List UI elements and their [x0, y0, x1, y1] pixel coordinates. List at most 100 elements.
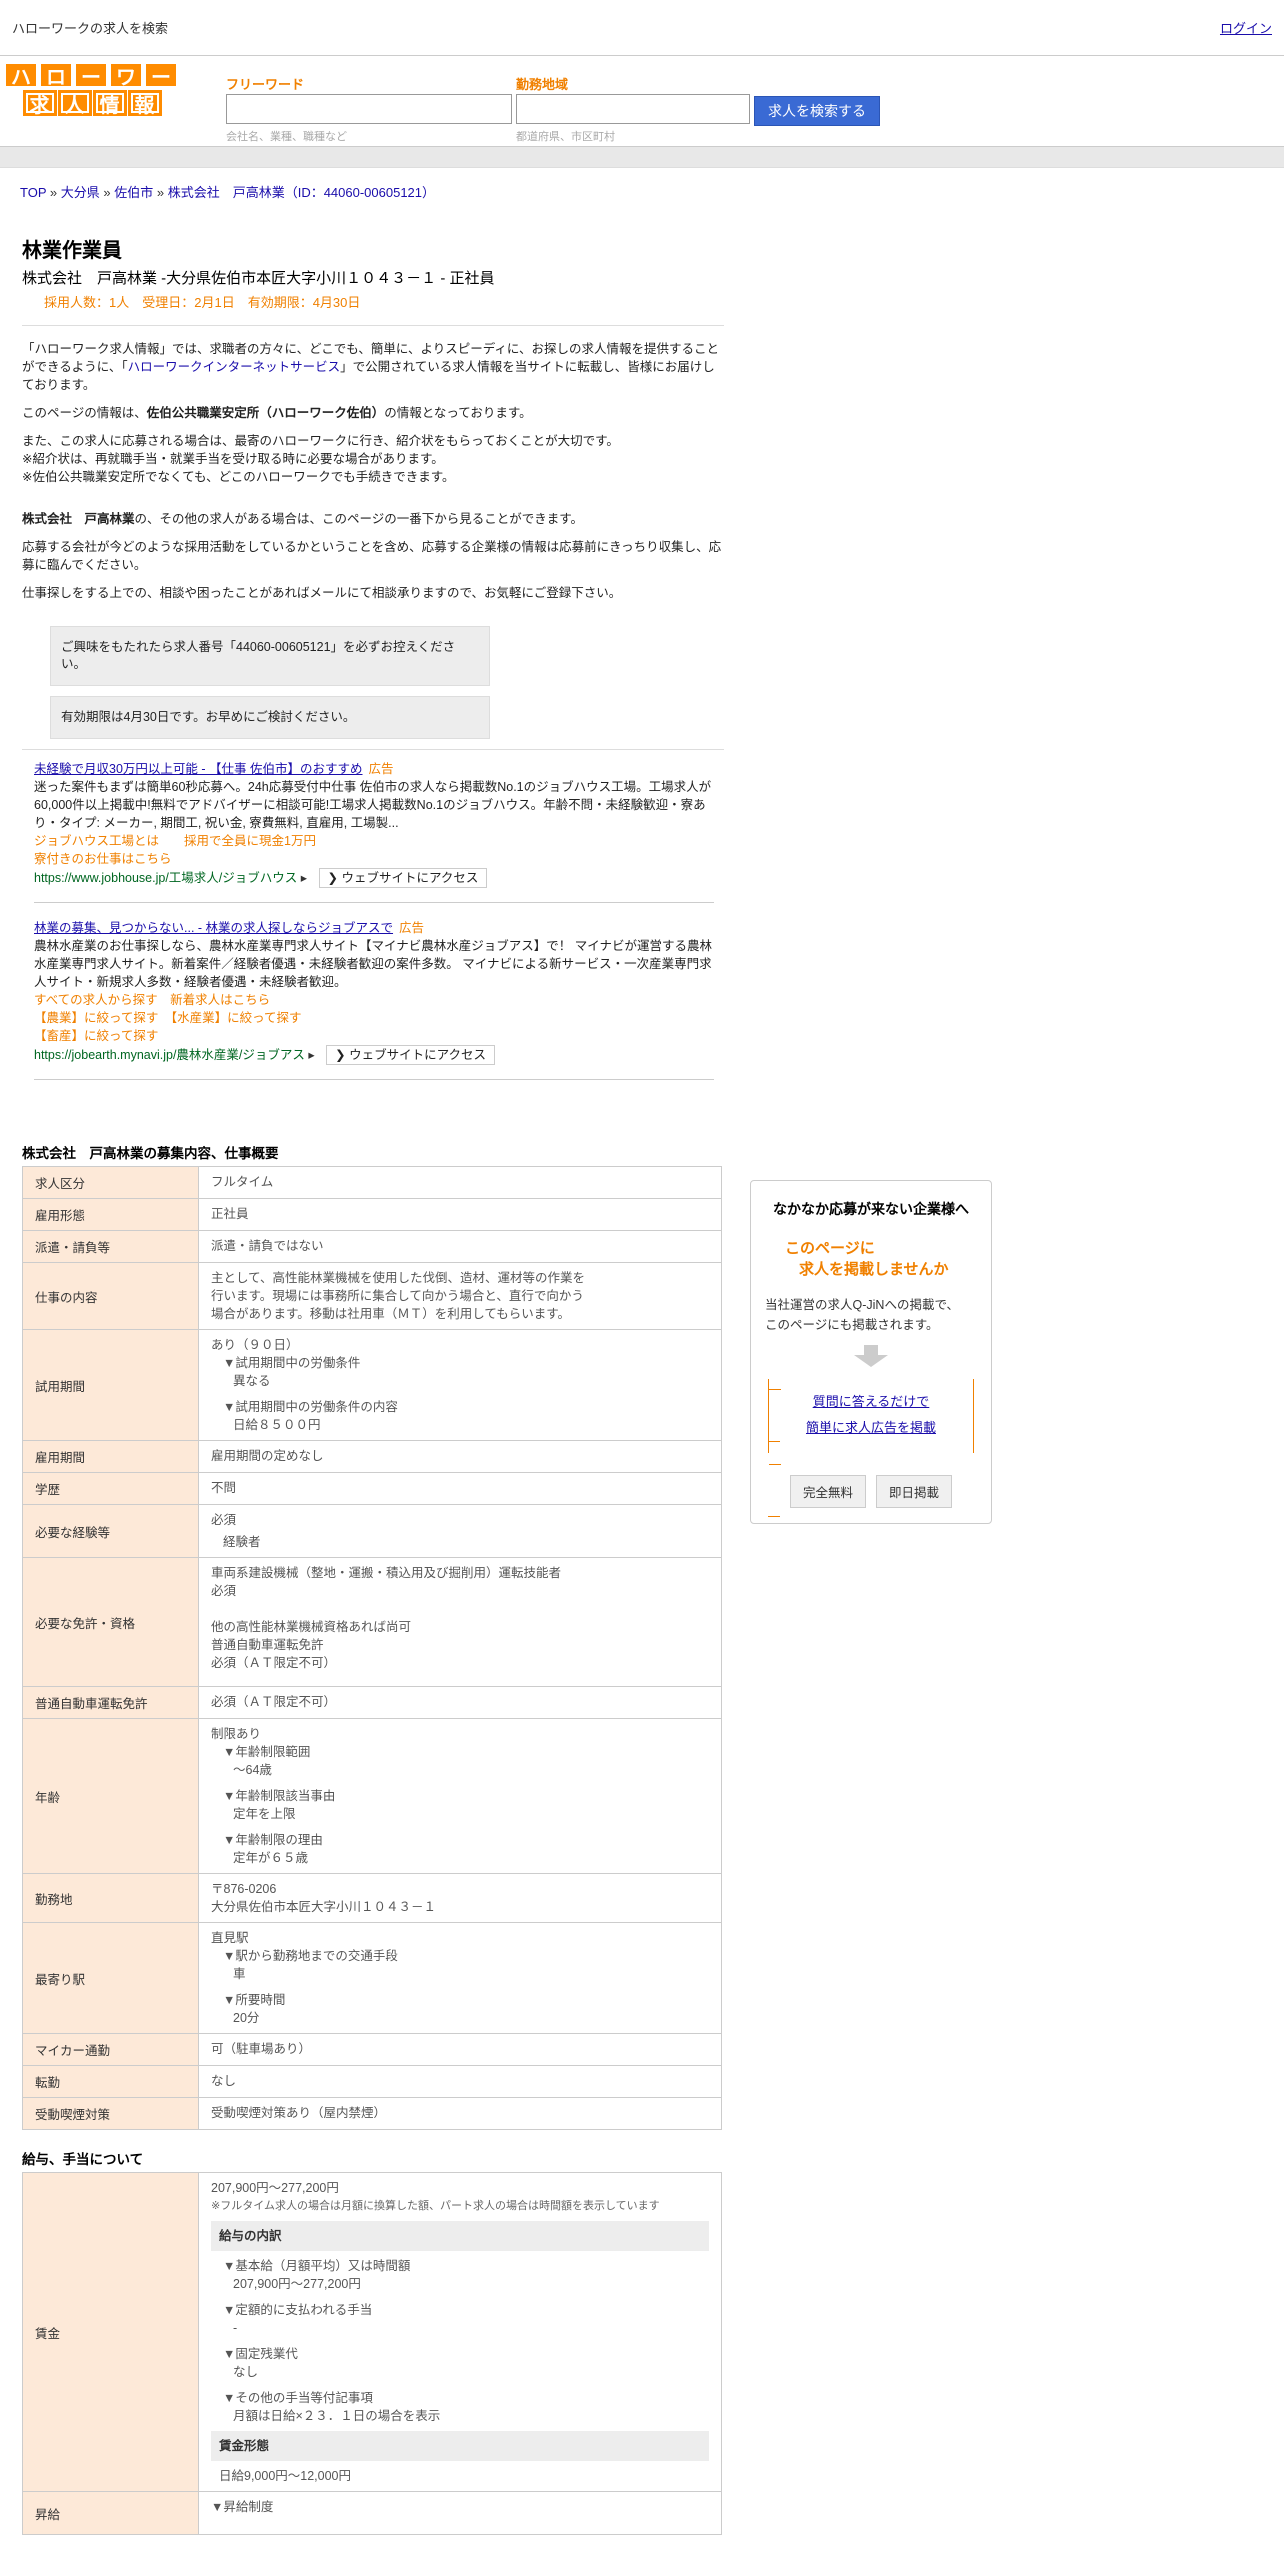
- ad-sitelink[interactable]: すべての求人から探す 新着求人はこちら: [34, 991, 714, 1009]
- salary-title: 給与、手当について: [22, 2152, 144, 2167]
- value-line: [211, 1600, 709, 1618]
- value-line: [211, 1983, 709, 1991]
- value-line: ▼所要時間: [223, 1993, 286, 2007]
- keyword-label: フリーワード: [226, 77, 305, 92]
- value-line: ▼年齢制限の理由: [223, 1833, 323, 1847]
- table-row: 求人区分 フルタイム: [22, 1166, 722, 1199]
- row-header: 雇用期間: [22, 1440, 199, 1473]
- free-button[interactable]: 完全無料: [789, 1475, 866, 1508]
- value-line: [211, 2381, 709, 2389]
- row-header: 年齢: [22, 1718, 199, 1874]
- value-line: なし: [233, 2365, 259, 2379]
- ad-description: 農林水産業のお仕事探しなら、農林水産業専門求人サイト【マイナビ農林水産ジョブアス…: [34, 939, 712, 989]
- promo-buttons: 完全無料 即日掲載: [751, 1475, 991, 1508]
- value-line: [211, 2516, 709, 2528]
- ad-sitelink[interactable]: 寮付きのお仕事はこちら: [34, 850, 714, 868]
- row-header: 必要な免許・資格: [22, 1557, 199, 1687]
- logo-char: 人: [57, 90, 92, 117]
- same-day-button[interactable]: 即日掲載: [876, 1475, 953, 1508]
- row-value: ▼昇給制度: [198, 2491, 722, 2535]
- row-value: 車両系建設機械（整地・運搬・積込用及び掘削用）運転技能者 必須 他の高性能林業機械資…: [198, 1557, 722, 1687]
- site-title: ハローワークの求人を検索: [12, 21, 169, 36]
- value-line: 賃金形態: [211, 2431, 709, 2461]
- keyword-input[interactable]: [226, 94, 512, 124]
- value-line: 制限あり: [211, 1727, 262, 1741]
- value-line: ▼試用期間中の労働条件の内容: [223, 1400, 398, 1414]
- breadcrumb-city[interactable]: 佐伯市: [114, 185, 153, 200]
- value-line: 207,900円〜277,200円: [233, 2277, 361, 2291]
- ad-sitelink[interactable]: 【農業】に絞って探す 【水産業】に絞って探す: [34, 1009, 714, 1027]
- visit-website-button[interactable]: ❯ ウェブサイトにアクセス: [318, 868, 488, 888]
- ad-sitelink[interactable]: ジョブハウス工場とは 採用で全員に現金1万円: [34, 832, 714, 850]
- row-header: 派遣・請負等: [22, 1230, 199, 1263]
- table-row: マイカー通勤 可（駐車場あり）: [22, 2033, 722, 2066]
- value-line: -: [233, 2321, 238, 2335]
- ad-url[interactable]: https://www.jobhouse.jp/工場求人/ジョブハウス: [34, 871, 297, 885]
- value-line: 経験者: [223, 1535, 261, 1549]
- overview-table: 求人区分 フルタイム 雇用形態 正社員 派遣・請負等 派遣・請負ではない 仕事の内容主…: [22, 1166, 722, 2130]
- job-meta: 採用人数：1人 受理日：2月1日 有効期限：4月30日: [44, 295, 361, 310]
- area-input[interactable]: [516, 94, 750, 124]
- row-value: 必須 経験者: [198, 1504, 722, 1558]
- row-header: 求人区分: [22, 1166, 199, 1199]
- value-line: 他の高性能林業機械資格あれば尚可: [211, 1620, 412, 1634]
- hellowork-internet-link[interactable]: ハローワークインターネットサービス: [128, 360, 341, 374]
- value-line: 直見駅: [211, 1931, 249, 1945]
- promo-offer-line2: 求人を掲載しませんか: [799, 1261, 949, 1278]
- value-line: 普通自動車運転免許: [211, 1638, 324, 1652]
- breadcrumb-company[interactable]: 株式会社 戸高林業（ID：44060-00605121）: [168, 185, 435, 200]
- header: ハ ロ ー ワ ー 求 人 情 報 フリーワード 会社名、業種、職種など 勤務地…: [0, 56, 1284, 146]
- row-header: 賃金: [22, 2172, 199, 2492]
- salary-table: 賃金 207,900円〜277,200円 ※フルタイム求人の場合は月額に換算した…: [22, 2172, 722, 2535]
- promo-link-post-ad[interactable]: 簡単に求人広告を掲載: [769, 1415, 973, 1441]
- ad-label: 広告: [399, 921, 425, 935]
- row-header: 雇用形態: [22, 1198, 199, 1231]
- table-row: 必要な免許・資格 車両系建設機械（整地・運搬・積込用及び掘削用）運転技能者 必須 他の…: [22, 1557, 722, 1687]
- ad-block: 林業の募集、見つからない... - 林業の求人探しならジョブアスで 広告 農林水産…: [34, 909, 714, 1080]
- table-row: 派遣・請負等 派遣・請負ではない: [22, 1230, 722, 1263]
- ad-url[interactable]: https://jobearth.mynavi.jp/農林水産業/ジョブアス: [34, 1048, 305, 1062]
- value-line: ※フルタイム求人の場合は月額に換算した額、パート求人の場合は時間額を表示していま…: [211, 2200, 660, 2212]
- value-line: ▼年齢制限範囲: [223, 1745, 311, 1759]
- value-line: 異なる: [233, 1374, 271, 1388]
- row-value: 可（駐車場あり）: [198, 2033, 722, 2066]
- promo-link-questions[interactable]: 質問に答えるだけで: [769, 1389, 973, 1415]
- breadcrumb-top[interactable]: TOP: [20, 185, 46, 200]
- logo-char: 報: [127, 90, 162, 117]
- login-link[interactable]: ログイン: [1220, 18, 1272, 37]
- value-line: 〒876-0206: [211, 1882, 277, 1896]
- search-button[interactable]: 求人を検索する: [754, 96, 880, 126]
- top-bar: ハローワークの求人を検索 ログイン: [0, 0, 1284, 56]
- area-hint: 都道府県、市区町村: [516, 131, 615, 143]
- value-line: ▼試用期間中の労働条件: [223, 1356, 361, 1370]
- notice-paragraph: また、この求人に応募される場合は、最寄のハローワークに行き、紹介状をもらっておく…: [22, 434, 619, 484]
- ad-title-link[interactable]: 林業の募集、見つからない... - 林業の求人探しならジョブアスで: [34, 921, 393, 935]
- value-line: ▼基本給（月額平均）又は時間額: [223, 2259, 411, 2273]
- visit-website-button[interactable]: ❯ ウェブサイトにアクセス: [326, 1045, 495, 1065]
- table-row: 最寄り駅 直見駅 ▼駅から勤務地までの交通手段車 ▼所要時間 20分: [22, 1922, 722, 2034]
- advice-paragraph: 応募する会社が今どのような採用活動をしているかということを含め、応募する企業様の…: [22, 540, 722, 572]
- company-line: 株式会社 戸高林業 -大分県佐伯市本匠大字小川１０４３－１ - 正社員: [22, 270, 495, 287]
- logo-char: 求: [22, 90, 57, 117]
- logo-char: ハ: [4, 62, 38, 89]
- value-line: 定年が６５歳: [233, 1851, 309, 1865]
- ad-title-link[interactable]: 未経験で月収30万円以上可能 - 【仕事 佐伯市】のおすすめ: [34, 762, 363, 776]
- value-line: [211, 1823, 709, 1831]
- row-value: 不問: [198, 1472, 722, 1505]
- row-value: フルタイム: [198, 1166, 722, 1199]
- ad-sitelink[interactable]: 【畜産】に絞って探す: [34, 1027, 714, 1045]
- value-line: [211, 2293, 709, 2301]
- value-line: 行います。現場には事務所に集合して向かう場合と、直行で向かう: [211, 1289, 584, 1303]
- value-line: 大分県佐伯市本匠大字小川１０４３－１: [211, 1900, 437, 1914]
- ad-block: 未経験で月収30万円以上可能 - 【仕事 佐伯市】のおすすめ 広告 迷った案件もま…: [34, 750, 714, 903]
- row-value: 正社員: [198, 1198, 722, 1231]
- value-line: 必須（ＡＴ限定不可）: [211, 1656, 337, 1670]
- employer-promo-panel: なかなか応募が来ない企業様へ このページに 求人を掲載しませんか 当社運営の求人…: [750, 1180, 992, 1524]
- value-line: [211, 1390, 709, 1398]
- hellowork-logo[interactable]: ハ ロ ー ワ ー 求 人 情 報: [4, 62, 180, 117]
- row-value: 受動喫煙対策あり（屋内禁煙）: [198, 2097, 722, 2130]
- row-value: なし: [198, 2065, 722, 2098]
- promo-offer-line1: このページに: [785, 1240, 875, 1257]
- row-value: 派遣・請負ではない: [198, 1230, 722, 1263]
- breadcrumb-prefecture[interactable]: 大分県: [61, 185, 100, 200]
